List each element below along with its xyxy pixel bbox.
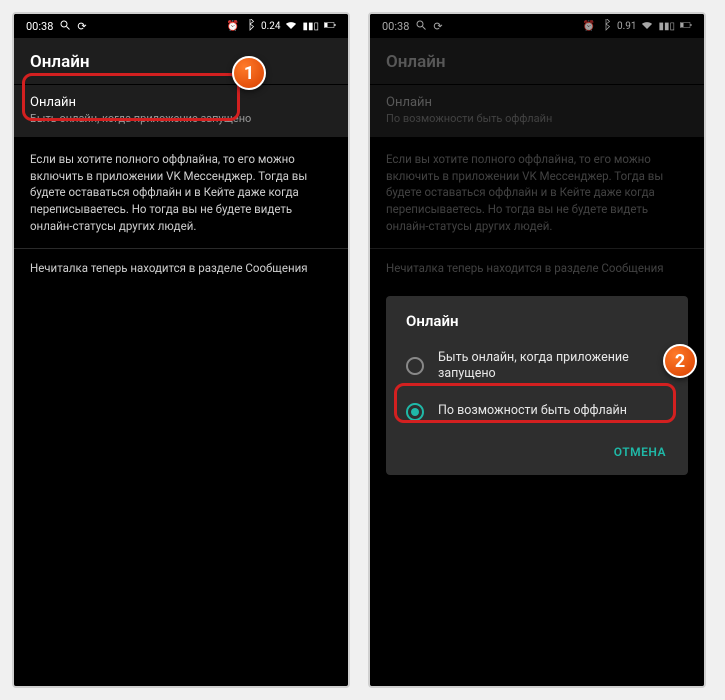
status-time: 00:38 <box>26 20 53 33</box>
setting-subtitle: Быть онлайн, когда приложение запущено <box>30 112 332 125</box>
radio-option-offline[interactable]: По возможности быть оффлайн <box>386 393 688 431</box>
note-text: Нечиталка теперь находится в разделе Соо… <box>14 248 348 287</box>
phone-screen-2: 00:38 ⟳ ⏰ 0.91 ▮▮▯ Онлайн Онлайн П <box>368 12 706 688</box>
info-text: Если вы хотите полного оффлайна, то его … <box>14 137 348 248</box>
radio-icon <box>406 357 424 375</box>
cancel-button[interactable]: ОТМЕНА <box>606 439 674 465</box>
alarm-icon: ⏰ <box>227 21 239 32</box>
signal-icon: ▮▮▯ <box>302 21 319 32</box>
battery-icon <box>324 19 336 34</box>
status-bar: 00:38 ⟳ ⏰ 0.24 ▮▮▯ <box>14 14 348 38</box>
wifi-icon <box>285 19 297 34</box>
search-icon <box>59 19 71 34</box>
online-dialog: Онлайн Быть онлайн, когда приложение зап… <box>386 296 688 475</box>
compass-icon: ⟳ <box>77 20 86 33</box>
network-speed: 0.24 <box>261 21 281 32</box>
page-title: Онлайн <box>30 52 332 72</box>
dialog-actions: ОТМЕНА <box>386 431 688 469</box>
online-setting-row[interactable]: Онлайн Быть онлайн, когда приложение зап… <box>14 85 348 137</box>
radio-label: По возможности быть оффлайн <box>438 403 627 419</box>
bluetooth-icon <box>244 19 256 34</box>
content-area: Онлайн Быть онлайн, когда приложение зап… <box>14 85 348 287</box>
radio-option-online[interactable]: Быть онлайн, когда приложение запущено <box>386 340 688 393</box>
phone-screen-1: 00:38 ⟳ ⏰ 0.24 ▮▮▯ Онлайн Онлайн Б <box>12 12 350 688</box>
radio-icon-checked <box>406 403 424 421</box>
dialog-title: Онлайн <box>386 312 688 340</box>
radio-label: Быть онлайн, когда приложение запущено <box>438 350 668 383</box>
setting-title: Онлайн <box>30 95 332 110</box>
page-header: Онлайн <box>14 38 348 84</box>
